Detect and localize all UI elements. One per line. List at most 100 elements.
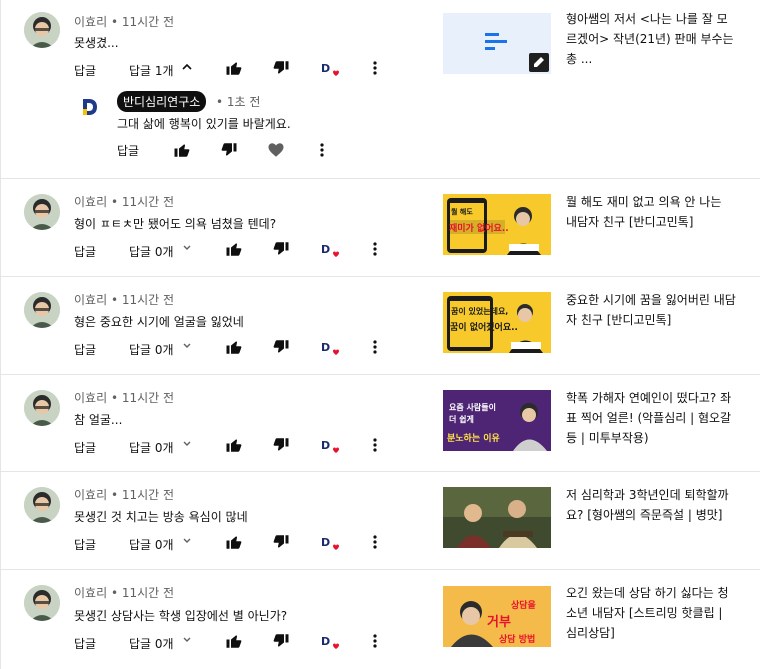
- svg-text:D: D: [321, 635, 330, 648]
- video-thumbnail[interactable]: 꿈이 있었는데요, 꿈이 없어졌어요..: [443, 292, 551, 353]
- comment-time[interactable]: 11시간 전: [122, 293, 174, 307]
- more-options-icon[interactable]: [370, 436, 380, 454]
- comment-text: 못생겼...: [74, 36, 119, 50]
- video-thumbnail[interactable]: 뭘 해도 재미가 없어요..: [443, 194, 551, 255]
- reply-button[interactable]: 답글: [74, 635, 96, 652]
- dot-separator: •: [110, 293, 122, 307]
- comment-text: 형은 중요한 시기에 얼굴을 잃었네: [74, 315, 244, 329]
- avatar[interactable]: [24, 487, 60, 523]
- reply-button[interactable]: 답글: [74, 536, 96, 553]
- comment-author-line: 이효리 • 11시간 전: [74, 193, 174, 210]
- dislike-icon[interactable]: [272, 59, 290, 77]
- chevron-down-icon[interactable]: [181, 437, 193, 451]
- dislike-icon[interactable]: [220, 141, 238, 159]
- thumbnail-caption: 상담 방법: [499, 633, 535, 645]
- replies-toggle[interactable]: 답글 0개: [129, 536, 174, 553]
- more-options-icon[interactable]: [317, 141, 327, 159]
- svg-text:D: D: [321, 341, 330, 354]
- svg-text:D: D: [321, 243, 330, 256]
- svg-text:D: D: [321, 62, 330, 75]
- avatar[interactable]: [24, 292, 60, 328]
- like-icon[interactable]: [225, 436, 243, 454]
- comment-author[interactable]: 이효리: [74, 488, 107, 502]
- reply-button[interactable]: 답글: [74, 243, 96, 260]
- replies-toggle[interactable]: 답글 0개: [129, 341, 174, 358]
- more-options-icon[interactable]: [370, 338, 380, 356]
- comment-author[interactable]: 이효리: [74, 15, 107, 29]
- comment-author[interactable]: 이효리: [74, 586, 107, 600]
- channel-owner-badge[interactable]: 반디심리연구소: [117, 91, 207, 112]
- video-thumbnail[interactable]: 요즘 사람들이 더 쉽게 분노하는 이유: [443, 390, 551, 451]
- chevron-down-icon[interactable]: [181, 633, 193, 647]
- creator-heart-icon[interactable]: D: [319, 532, 341, 554]
- dislike-icon[interactable]: [272, 338, 290, 356]
- video-thumbnail[interactable]: [443, 13, 551, 74]
- video-thumbnail[interactable]: 상담을 거부상담 방법: [443, 586, 551, 647]
- more-options-icon[interactable]: [370, 59, 380, 77]
- like-icon[interactable]: [225, 59, 243, 77]
- comment-thread: 이효리 • 11시간 전 못생긴 것 치고는 방송 욕심이 많네 답글 답글 0…: [0, 471, 760, 569]
- like-icon[interactable]: [225, 632, 243, 650]
- chevron-down-icon[interactable]: [181, 534, 193, 548]
- creator-heart-icon[interactable]: D: [319, 435, 341, 457]
- creator-heart-icon[interactable]: D: [319, 337, 341, 359]
- dislike-icon[interactable]: [272, 533, 290, 551]
- more-options-icon[interactable]: [370, 533, 380, 551]
- like-icon[interactable]: [225, 240, 243, 258]
- more-options-icon[interactable]: [370, 240, 380, 258]
- video-title[interactable]: 오긴 왔는데 상담 하기 싫다는 청소년 내담자 [스트리밍 핫클립 | 심리상…: [566, 583, 736, 643]
- chevron-down-icon[interactable]: [181, 339, 193, 353]
- comment-author[interactable]: 이효리: [74, 195, 107, 209]
- comment-time[interactable]: 11시간 전: [122, 15, 174, 29]
- like-icon[interactable]: [225, 338, 243, 356]
- video-title[interactable]: 형아쌤의 저서 <나는 나를 잘 모르겠어> 작년(21년) 판매 부수는 총 …: [566, 9, 736, 69]
- comment-author[interactable]: 이효리: [74, 391, 107, 405]
- replies-toggle[interactable]: 답글 0개: [129, 635, 174, 652]
- comment-actions: 답글 답글 0개 D: [74, 239, 394, 263]
- replies-toggle[interactable]: 답글 1개: [129, 62, 174, 79]
- reply-button[interactable]: 답글: [74, 439, 96, 456]
- more-options-icon[interactable]: [370, 632, 380, 650]
- like-icon[interactable]: [225, 533, 243, 551]
- avatar[interactable]: [24, 390, 60, 426]
- reply-button[interactable]: 답글: [117, 142, 139, 159]
- comment-author-line: 이효리 • 11시간 전: [74, 584, 174, 601]
- avatar[interactable]: [24, 12, 60, 48]
- reply-time-value[interactable]: 1초 전: [227, 95, 261, 109]
- replies-toggle[interactable]: 답글 0개: [129, 243, 174, 260]
- creator-heart-icon[interactable]: D: [319, 58, 341, 80]
- comment-time[interactable]: 11시간 전: [122, 195, 174, 209]
- video-title[interactable]: 뭘 해도 재미 없고 의욕 안 나는 내담자 친구 [반디고민톡]: [566, 192, 736, 232]
- avatar[interactable]: [24, 585, 60, 621]
- video-title[interactable]: 중요한 시기에 꿈을 잃어버린 내담자 친구 [반디고민톡]: [566, 290, 736, 330]
- svg-text:거부: 거부: [487, 615, 511, 630]
- heart-icon[interactable]: [267, 141, 285, 159]
- reply-button[interactable]: 답글: [74, 341, 96, 358]
- comment-time[interactable]: 11시간 전: [122, 586, 174, 600]
- like-icon[interactable]: [173, 141, 191, 159]
- reply-button[interactable]: 답글: [74, 62, 96, 79]
- chevron-up-icon[interactable]: [181, 60, 193, 74]
- channel-avatar[interactable]: [76, 94, 102, 120]
- comment-author[interactable]: 이효리: [74, 293, 107, 307]
- comment-time[interactable]: 11시간 전: [122, 488, 174, 502]
- comment-thread: 이효리 • 11시간 전 참 얼굴... 답글 답글 0개 D 요즘 사람들이 더…: [0, 374, 760, 471]
- thumbnail-caption: 꿈이 없어졌어요..: [450, 321, 518, 333]
- chevron-down-icon[interactable]: [181, 241, 193, 255]
- avatar[interactable]: [24, 194, 60, 230]
- replies-toggle[interactable]: 답글 0개: [129, 439, 174, 456]
- dot-separator: •: [110, 195, 122, 209]
- comment-thread: 이효리 • 11시간 전 못생겼... 답글 답글 1개 D 반디심리연구소 •…: [0, 0, 760, 178]
- video-title[interactable]: 저 심리학과 3학년인데 퇴학할까요? [형아쌤의 즉문즉설 | 병맛]: [566, 485, 736, 525]
- creator-heart-icon[interactable]: D: [319, 631, 341, 653]
- svg-text:꿈이 있었는데요,: 꿈이 있었는데요,: [451, 306, 508, 316]
- video-thumbnail[interactable]: [443, 487, 551, 548]
- video-title[interactable]: 학폭 가해자 연예인이 떴다고? 좌표 찍어 얼른! (악플심리 | 혐오갈등 …: [566, 388, 736, 448]
- dislike-icon[interactable]: [272, 240, 290, 258]
- creator-heart-icon[interactable]: D: [319, 239, 341, 261]
- dislike-icon[interactable]: [272, 632, 290, 650]
- comment-thread: 이효리 • 11시간 전 못생긴 상담사는 학생 입장에선 별 아닌가? 답글 …: [0, 569, 760, 669]
- comment-time[interactable]: 11시간 전: [122, 391, 174, 405]
- svg-text:상담을: 상담을: [511, 599, 536, 611]
- dislike-icon[interactable]: [272, 436, 290, 454]
